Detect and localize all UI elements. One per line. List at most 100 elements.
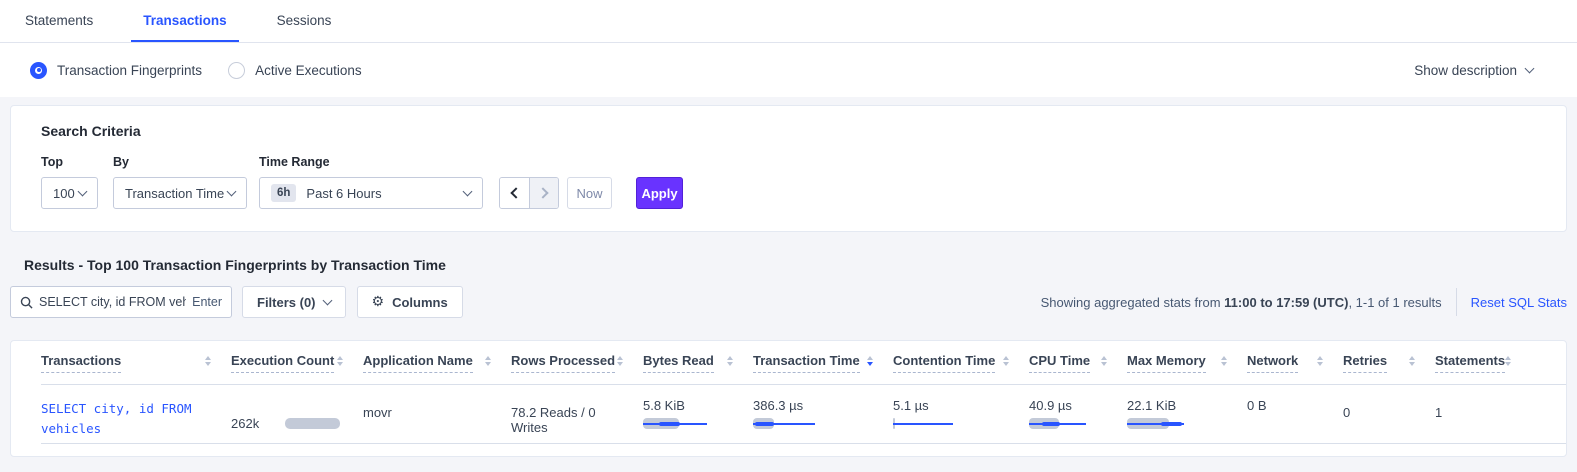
column-header-label: CPU Time [1029, 353, 1090, 373]
sort-icon[interactable] [1409, 356, 1415, 367]
transaction-fingerprint-link[interactable]: SELECT city, id FROM vehicles [41, 398, 211, 439]
sort-icon[interactable] [337, 356, 343, 367]
sort-icon[interactable] [617, 356, 623, 367]
column-header-label: Bytes Read [643, 353, 714, 373]
results-controls-row: SELECT city, id FROM vehicles W Enter Fi… [10, 286, 1567, 318]
cell-value: movr [363, 405, 392, 420]
table-header-rows-processed[interactable]: Rows Processed [511, 353, 643, 373]
column-header-label: Application Name [363, 353, 473, 373]
columns-button[interactable]: ⚙ Columns [357, 286, 463, 318]
previous-time-window-button[interactable] [500, 178, 529, 208]
transactions-table: Transactions Execution Count Application… [10, 340, 1567, 457]
apply-label: Apply [641, 186, 677, 201]
sort-icon[interactable] [1221, 356, 1227, 367]
top-field: Top 100 [41, 155, 113, 209]
table-header-row: Transactions Execution Count Application… [41, 341, 1566, 385]
cell-value: 40.9 µs [1029, 398, 1107, 413]
now-button[interactable]: Now [567, 177, 612, 209]
column-header-label: Transaction Time [753, 353, 860, 373]
radio-selected-icon [30, 62, 47, 79]
sort-icon[interactable] [1505, 356, 1511, 367]
vertical-divider [1456, 288, 1457, 316]
radio-active-executions[interactable]: Active Executions [228, 62, 362, 79]
cell-statements: 1 [1435, 385, 1531, 443]
cell-value: 5.8 KiB [643, 398, 733, 413]
apply-button[interactable]: Apply [636, 177, 683, 209]
cell-value: 78.2 Reads / 0 Writes [511, 405, 596, 435]
time-range-badge: 6h [271, 184, 296, 202]
tab-sessions[interactable]: Sessions [265, 0, 344, 42]
sort-icon[interactable] [205, 356, 211, 367]
column-header-label: Execution Count [231, 353, 334, 373]
max-memory-bar [1127, 418, 1227, 429]
sort-icon[interactable] [1003, 356, 1009, 367]
search-icon [20, 296, 33, 309]
table-header-transactions[interactable]: Transactions [41, 353, 231, 373]
time-range-label: Time Range [259, 155, 483, 169]
cell-value: 386.3 µs [753, 398, 873, 413]
column-header-label: Contention Time [893, 353, 995, 373]
reset-sql-stats-link[interactable]: Reset SQL Stats [1471, 295, 1567, 310]
bytes-read-bar [643, 418, 733, 429]
cell-value: 0 [1343, 405, 1350, 420]
time-range-value: Past 6 Hours [306, 186, 381, 201]
next-time-window-button[interactable] [529, 178, 558, 208]
table-row: SELECT city, id FROM vehicles 262k movr … [41, 385, 1566, 444]
by-field: By Transaction Time [113, 155, 259, 209]
by-value: Transaction Time [125, 186, 224, 201]
cell-execution-count: 262k [231, 385, 363, 443]
time-range-select[interactable]: 6h Past 6 Hours [259, 177, 483, 209]
cell-value: 262k [231, 416, 259, 431]
radio-unselected-icon [228, 62, 245, 79]
aggregated-stats-text: Showing aggregated stats from 11:00 to 1… [1041, 295, 1442, 310]
tab-label: Statements [25, 13, 93, 28]
by-label: By [113, 155, 259, 169]
table-header-bytes-read[interactable]: Bytes Read [643, 353, 753, 373]
cell-rows-processed: 78.2 Reads / 0 Writes [511, 385, 643, 443]
time-range-field: Time Range 6h Past 6 Hours [259, 155, 483, 209]
by-select[interactable]: Transaction Time [113, 177, 247, 209]
chevron-down-icon [322, 295, 332, 305]
sort-icon[interactable] [1101, 356, 1107, 367]
tab-transactions[interactable]: Transactions [131, 0, 238, 42]
top-value: 100 [53, 186, 75, 201]
table-header-max-memory[interactable]: Max Memory [1127, 353, 1247, 373]
table-header-network[interactable]: Network [1247, 353, 1343, 373]
chevron-down-icon [227, 186, 237, 196]
tab-statements[interactable]: Statements [13, 0, 105, 42]
table-header-execution-count[interactable]: Execution Count [231, 353, 363, 373]
cell-max-memory: 22.1 KiB [1127, 385, 1247, 443]
table-header-application-name[interactable]: Application Name [363, 353, 511, 373]
cell-application-name: movr [363, 385, 511, 443]
chevron-left-icon [510, 187, 521, 198]
sort-icon[interactable] [485, 356, 491, 367]
view-mode-bar: Transaction Fingerprints Active Executio… [0, 43, 1577, 97]
execution-count-bar [285, 418, 340, 429]
search-input[interactable]: SELECT city, id FROM vehicles W Enter [10, 286, 232, 318]
table-header-contention-time[interactable]: Contention Time [893, 353, 1029, 373]
chevron-right-icon [537, 187, 548, 198]
show-description-toggle[interactable]: Show description [1414, 63, 1533, 78]
sort-icon[interactable] [727, 356, 733, 367]
table-header-transaction-time[interactable]: Transaction Time [753, 353, 893, 373]
column-header-label: Statements [1435, 353, 1505, 373]
radio-transaction-fingerprints[interactable]: Transaction Fingerprints [30, 62, 202, 79]
table-header-retries[interactable]: Retries [1343, 353, 1435, 373]
stats-time-range: 11:00 to 17:59 (UTC) [1224, 295, 1348, 310]
cell-network: 0 B [1247, 385, 1343, 443]
sort-icon[interactable] [867, 356, 873, 367]
table-header-cpu-time[interactable]: CPU Time [1029, 353, 1127, 373]
search-criteria-title: Search Criteria [41, 123, 1536, 139]
page-content: Search Criteria Top 100 By Transaction T… [0, 97, 1577, 457]
column-header-label: Transactions [41, 353, 121, 373]
columns-label: Columns [392, 295, 448, 310]
sort-icon[interactable] [1317, 356, 1323, 367]
top-select[interactable]: 100 [41, 177, 98, 209]
chevron-down-icon [463, 186, 473, 196]
cell-cpu-time: 40.9 µs [1029, 385, 1127, 443]
cell-bytes-read: 5.8 KiB [643, 385, 753, 443]
cell-transactions: SELECT city, id FROM vehicles [41, 385, 231, 443]
cell-retries: 0 [1343, 385, 1435, 443]
table-header-statements[interactable]: Statements [1435, 353, 1531, 373]
filters-button[interactable]: Filters (0) [242, 286, 346, 318]
